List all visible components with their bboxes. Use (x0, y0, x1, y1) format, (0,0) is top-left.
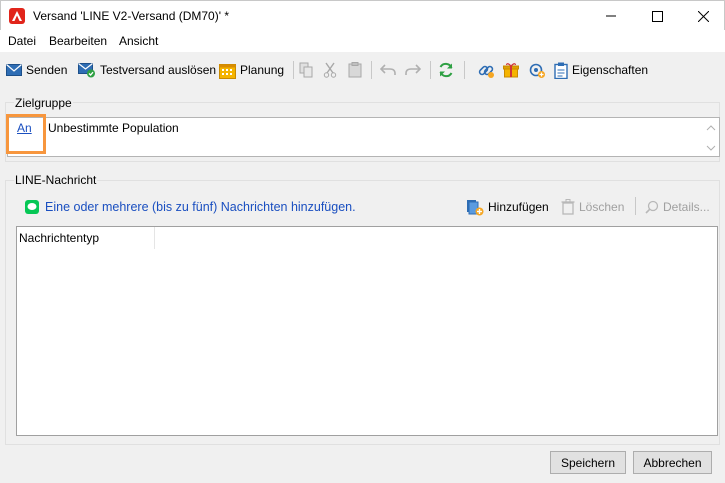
gift-button[interactable] (503, 59, 519, 81)
properties-clipboard-icon (554, 62, 568, 79)
add-message-button[interactable]: Hinzufügen (466, 196, 549, 218)
minimize-icon (606, 15, 616, 17)
scroll-up-icon (706, 125, 716, 131)
schedule-button[interactable]: Planung (219, 59, 284, 81)
properties-label: Eigenschaften (572, 63, 649, 77)
close-button[interactable] (680, 1, 725, 31)
proof-label: Testversand auslösen (100, 63, 217, 77)
details-label: Details... (663, 200, 710, 214)
target-icon (529, 63, 545, 78)
toolbar-separator (635, 197, 636, 215)
target-population-text: Unbestimmte Population (48, 121, 179, 135)
refresh-icon (439, 62, 453, 78)
title-bar: Versand 'LINE V2-Versand (DM70)' * (0, 0, 725, 30)
copy-icon (299, 62, 313, 78)
toolbar-separator (430, 61, 431, 79)
delete-message-button[interactable]: Löschen (561, 196, 624, 218)
close-icon (697, 10, 709, 22)
save-button[interactable]: Speichern (550, 451, 626, 474)
refresh-button[interactable] (438, 59, 454, 81)
maximize-button[interactable] (634, 1, 680, 31)
line-logo-icon (25, 200, 39, 214)
menu-bar: Datei Bearbeiten Ansicht (0, 30, 725, 52)
column-header-message-type[interactable]: Nachrichtentyp (17, 227, 155, 249)
paste-button[interactable] (348, 59, 362, 81)
scissors-icon (323, 62, 337, 78)
cut-button[interactable] (323, 59, 337, 81)
link-button[interactable] (478, 59, 495, 81)
calendar-icon (219, 63, 236, 79)
targeting-button[interactable] (529, 59, 546, 81)
send-label: Senden (26, 63, 68, 77)
minimize-button[interactable] (588, 1, 634, 31)
proof-button[interactable]: Testversand auslösen (78, 59, 216, 81)
menu-view[interactable]: Ansicht (119, 34, 158, 48)
toolbar-separator (371, 61, 372, 79)
copy-button[interactable] (299, 59, 313, 81)
cancel-button[interactable]: Abbrechen (633, 451, 712, 474)
toolbar-separator (464, 61, 465, 79)
scroll-down-icon (706, 145, 716, 151)
clipboard-icon (348, 62, 362, 78)
delete-message-label: Löschen (579, 200, 625, 214)
window-title: Versand 'LINE V2-Versand (DM70)' * (33, 9, 230, 23)
line-message-group-label: LINE-Nachricht (14, 173, 98, 187)
toolbar-separator (293, 61, 294, 79)
maximize-icon (651, 10, 663, 22)
message-list[interactable]: Nachrichtentyp (16, 226, 718, 436)
target-group-label: Zielgruppe (14, 96, 73, 110)
target-field[interactable]: An Unbestimmte Population (7, 117, 720, 157)
menu-file[interactable]: Datei (8, 34, 36, 48)
redo-icon (405, 64, 421, 75)
envelope-icon (6, 64, 22, 76)
redo-button[interactable] (405, 59, 421, 81)
trash-icon (561, 199, 575, 215)
undo-icon (380, 64, 396, 75)
add-doc-icon (467, 199, 484, 215)
highlight-box (6, 114, 46, 154)
magnifier-icon (645, 200, 659, 214)
adobe-logo-icon (9, 8, 25, 24)
schedule-label: Planung (240, 63, 285, 77)
target-scrollbar[interactable] (703, 118, 719, 156)
properties-button[interactable]: Eigenschaften (554, 59, 648, 81)
add-message-label: Hinzufügen (488, 200, 549, 214)
details-button[interactable]: Details... (645, 196, 710, 218)
add-messages-hint[interactable]: Eine oder mehrere (bis zu fünf) Nachrich… (45, 200, 356, 214)
message-toolbar: Eine oder mehrere (bis zu fünf) Nachrich… (17, 194, 718, 220)
link-icon (478, 65, 494, 78)
gift-icon (503, 63, 519, 78)
toolbar: Senden Testversand auslösen Planung Eige… (0, 55, 725, 85)
menu-edit[interactable]: Bearbeiten (49, 34, 107, 48)
undo-button[interactable] (380, 59, 396, 81)
proof-envelope-icon (78, 63, 95, 78)
send-button[interactable]: Senden (6, 59, 67, 81)
